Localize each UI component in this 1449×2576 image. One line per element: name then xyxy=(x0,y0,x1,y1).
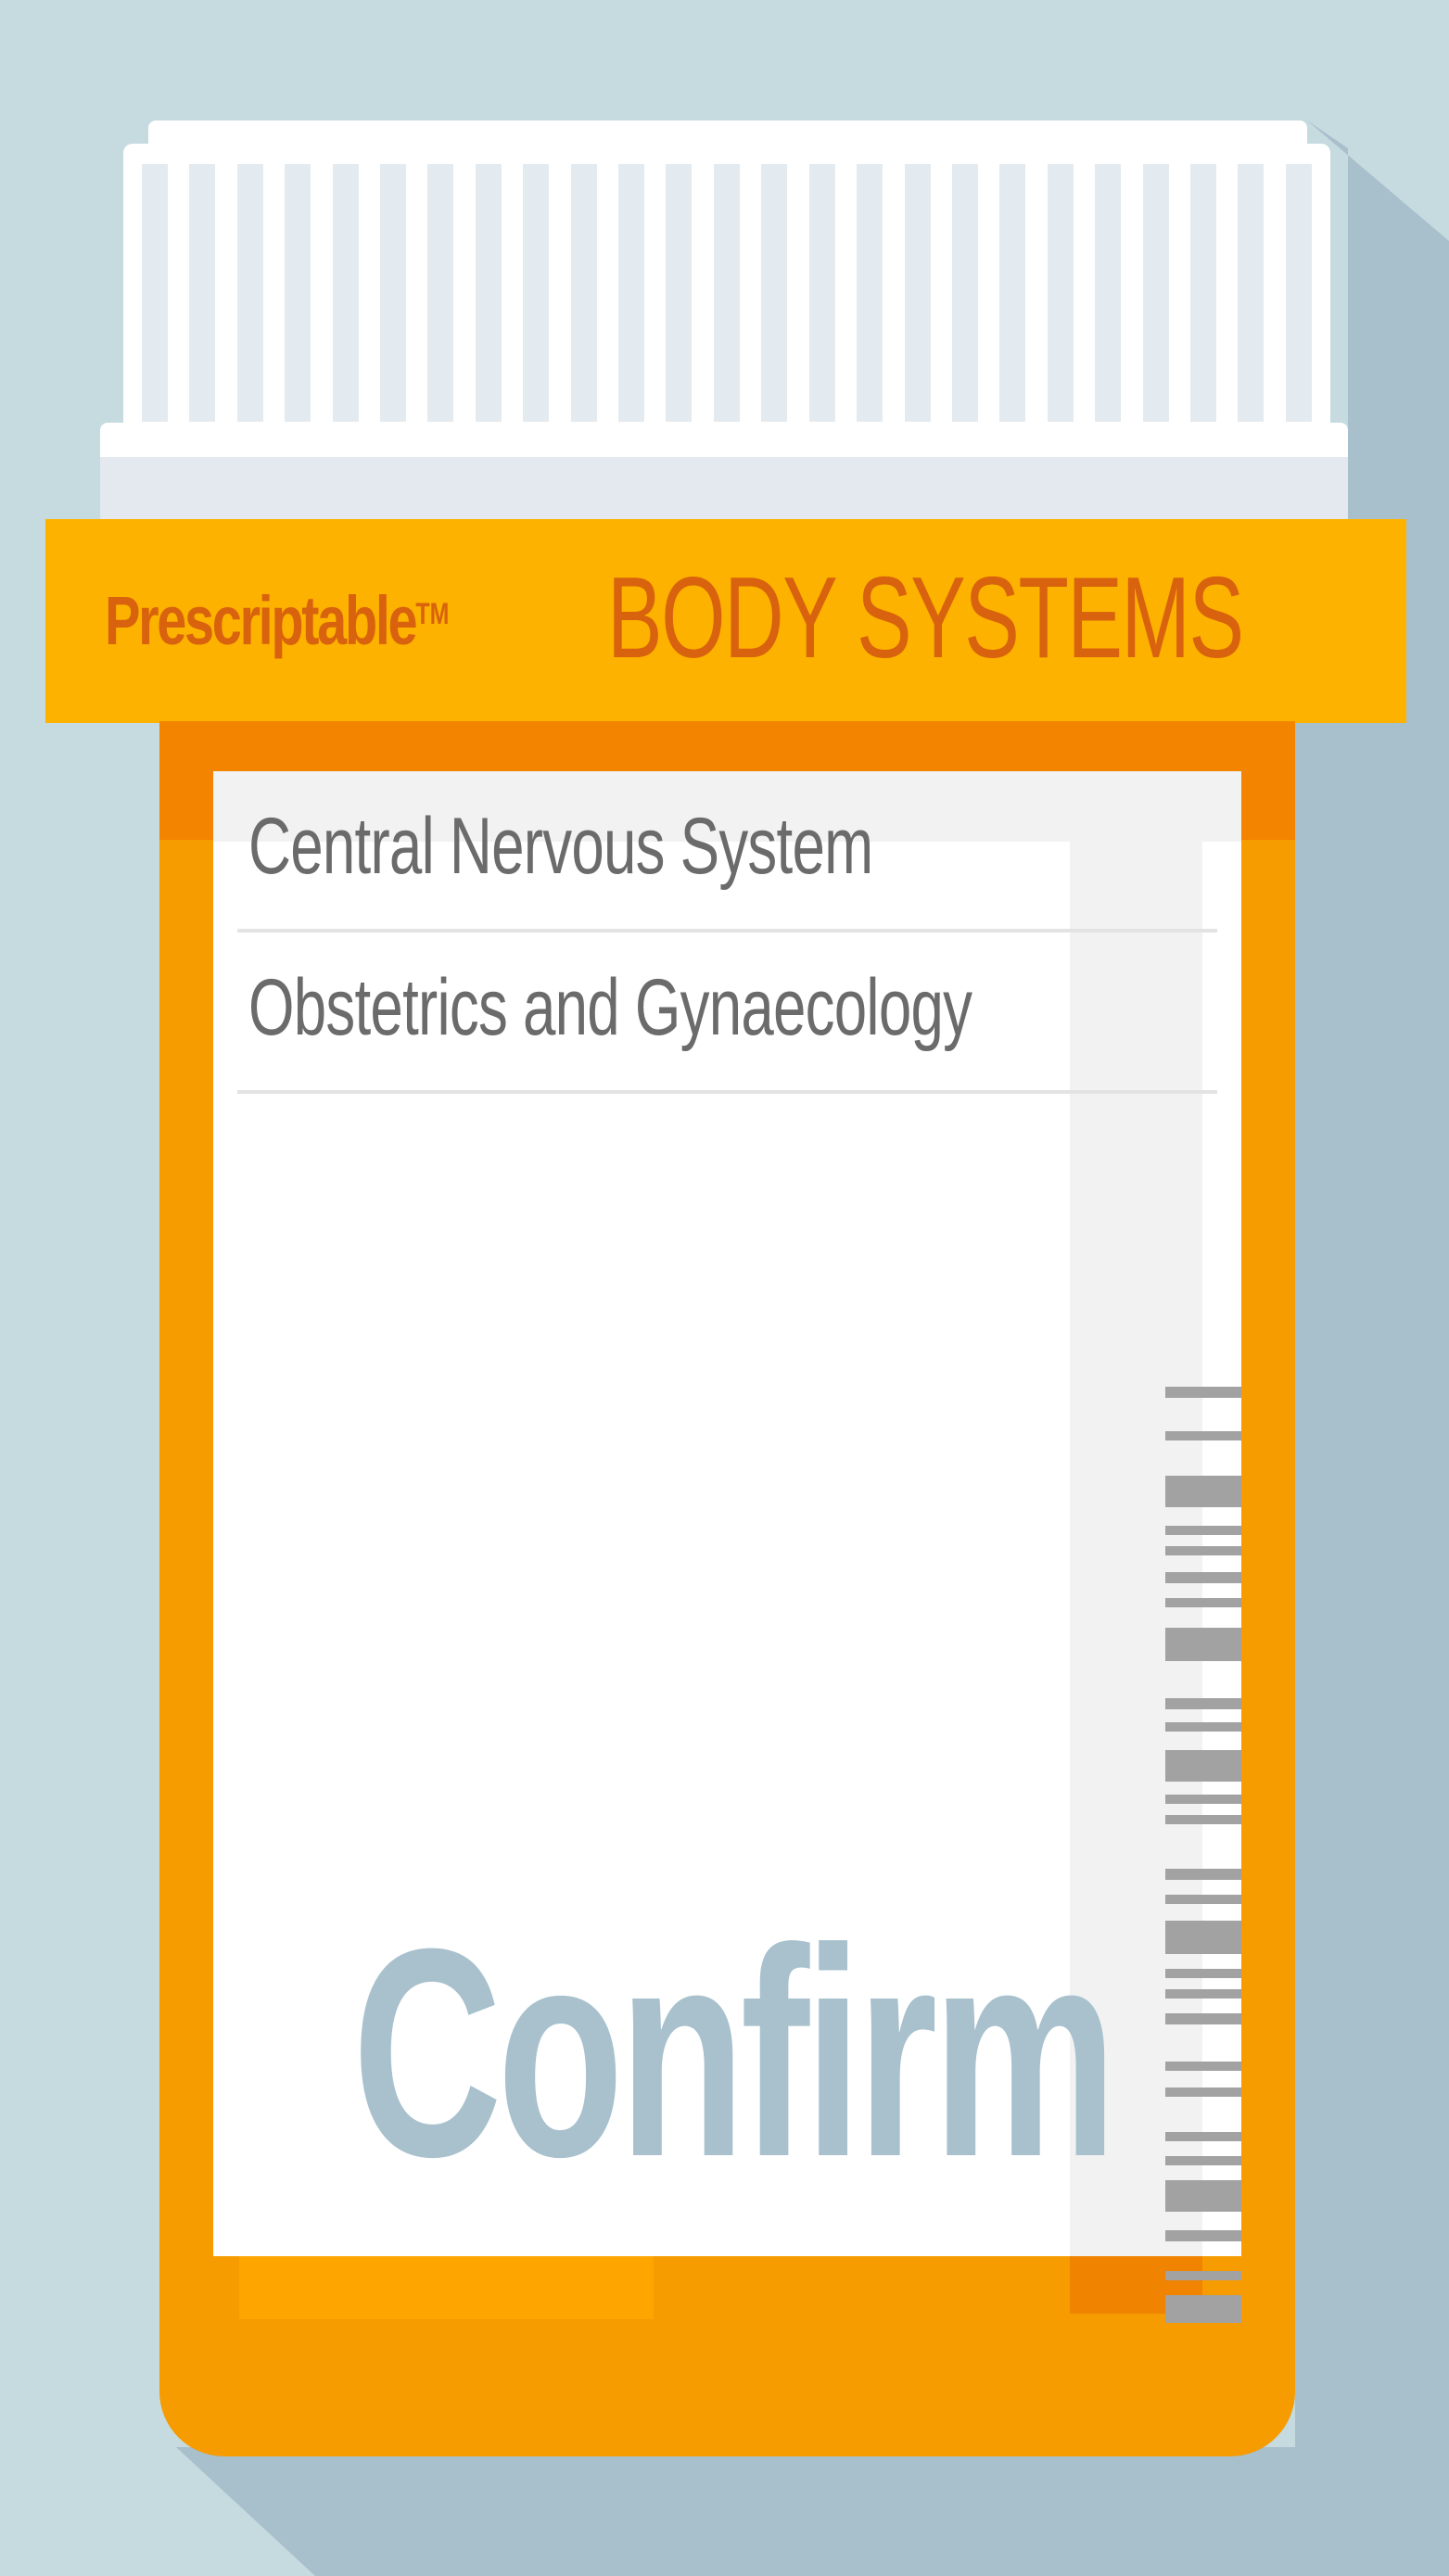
brand-name: Prescriptable xyxy=(105,582,418,659)
list-item-label: Obstetrics and Gynaecology xyxy=(248,963,972,1052)
list-item-obstetrics-and-gynaecology[interactable]: Obstetrics and Gynaecology xyxy=(237,933,1217,1094)
page-title: BODY SYSTEMS xyxy=(607,554,1244,682)
cap-base xyxy=(100,457,1348,522)
bottle-cap xyxy=(123,144,1330,440)
body-systems-list: Central Nervous System Obstetrics and Gy… xyxy=(237,771,1217,1094)
barcode xyxy=(1165,1387,1241,2323)
cap-ridges xyxy=(142,164,1312,422)
prescription-label: Central Nervous System Obstetrics and Gy… xyxy=(213,771,1241,2323)
app-screen: PrescriptableTM BODY SYSTEMS Central Ner… xyxy=(0,0,1449,2576)
confirm-button[interactable]: Confirm xyxy=(352,1904,1117,2201)
cap-rim xyxy=(100,423,1348,460)
bottle-highlight xyxy=(239,2254,654,2319)
list-item-central-nervous-system[interactable]: Central Nervous System xyxy=(237,771,1217,933)
list-item-label: Central Nervous System xyxy=(248,802,873,891)
trademark-mark: TM xyxy=(415,597,450,630)
brand-logo: PrescriptableTM xyxy=(105,570,449,672)
